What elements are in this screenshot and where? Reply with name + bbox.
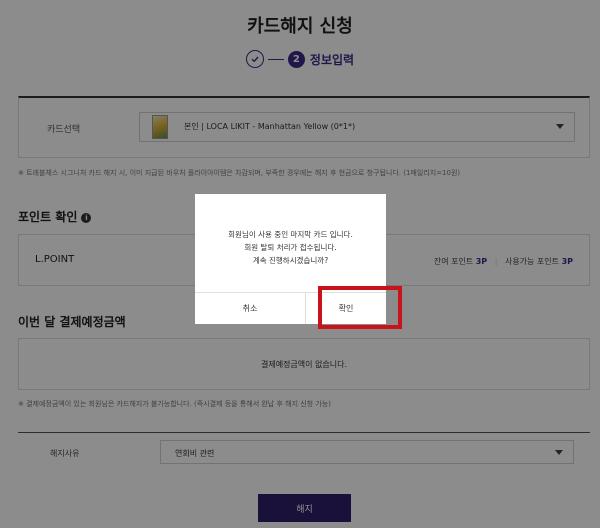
modal-message: 회원님이 사용 중인 마지막 카드 입니다. 회원 탈퇴 처리가 접수됩니다. … [195, 228, 386, 267]
modal-message-line: 회원님이 사용 중인 마지막 카드 입니다. [228, 230, 353, 239]
modal-message-line: 계속 진행하시겠습니까? [252, 256, 329, 265]
modal-cancel-button[interactable]: 취소 [195, 293, 305, 324]
modal-message-line: 회원 탈퇴 처리가 접수됩니다. [244, 243, 337, 252]
confirm-highlight-box [318, 286, 402, 329]
